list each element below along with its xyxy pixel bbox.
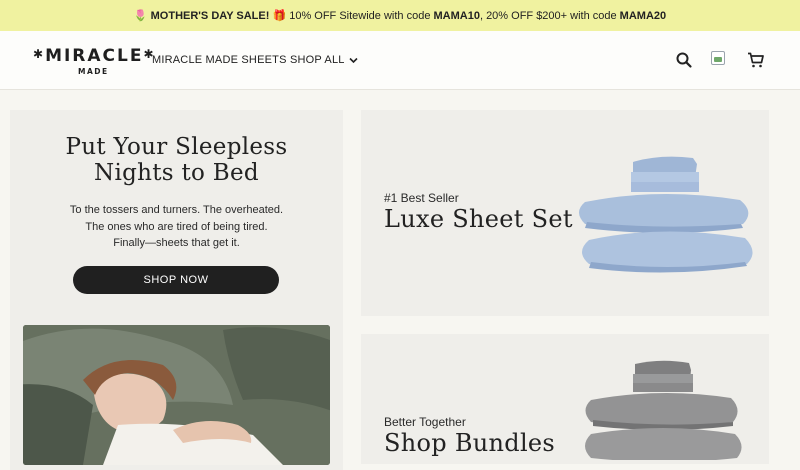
promo-code-2: MAMA20 bbox=[619, 9, 667, 22]
hero-title: Put Your Sleepless Nights to Bed bbox=[65, 134, 288, 186]
promo-banner[interactable]: 🌷 MOTHER'S DAY SALE! 🎁 10% OFF Sitewide … bbox=[0, 0, 800, 31]
cart-icon[interactable] bbox=[747, 51, 765, 69]
nav-shop-all[interactable]: SHOP ALL bbox=[290, 54, 358, 66]
logo-subtext: MADE bbox=[78, 67, 109, 76]
hero-description: To the tossers and turners. The overheat… bbox=[69, 204, 284, 249]
logo-link[interactable]: ✱MIRACLE✱ MADE bbox=[33, 46, 154, 78]
search-icon[interactable] bbox=[675, 51, 693, 69]
blue-sheet-set-image bbox=[579, 156, 753, 273]
product-title: Luxe Sheet Set bbox=[384, 205, 573, 233]
product-title: Shop Bundles bbox=[384, 429, 556, 457]
promo-code-1: MAMA10 bbox=[433, 9, 480, 22]
tulip-icon: 🌷 bbox=[133, 10, 148, 22]
logo-wordmark: ✱MIRACLE✱ bbox=[33, 46, 156, 66]
product-card-shop-bundles[interactable]: Better Together Shop Bundles bbox=[361, 334, 769, 464]
promo-text-2: , 20% OFF $200+ with code bbox=[479, 9, 620, 22]
product-eyebrow: Better Together bbox=[384, 415, 466, 429]
chevron-down-icon bbox=[349, 57, 358, 63]
product-card-luxe-sheet-set[interactable]: #1 Best Seller Luxe Sheet Set bbox=[361, 110, 769, 316]
product-eyebrow: #1 Best Seller bbox=[384, 191, 459, 205]
promo-text-1: 10% OFF Sitewide with code bbox=[286, 9, 434, 22]
grey-sheet-bundle-image bbox=[585, 360, 742, 460]
promo-sale-label: MOTHER'S DAY SALE! bbox=[150, 9, 270, 22]
nav-miracle-made-sheets[interactable]: MIRACLE MADE SHEETS bbox=[152, 54, 287, 66]
broken-image-icon[interactable] bbox=[711, 51, 725, 65]
logo-star-icon: ✱ bbox=[33, 47, 46, 61]
shop-now-button[interactable]: SHOP NOW bbox=[73, 266, 279, 294]
hero-card: Put Your Sleepless Nights to Bed To the … bbox=[10, 110, 343, 470]
nav-shop-all-label: SHOP ALL bbox=[290, 54, 345, 66]
gift-icon: 🎁 bbox=[272, 10, 287, 22]
sleeping-woman-photo bbox=[23, 325, 330, 465]
